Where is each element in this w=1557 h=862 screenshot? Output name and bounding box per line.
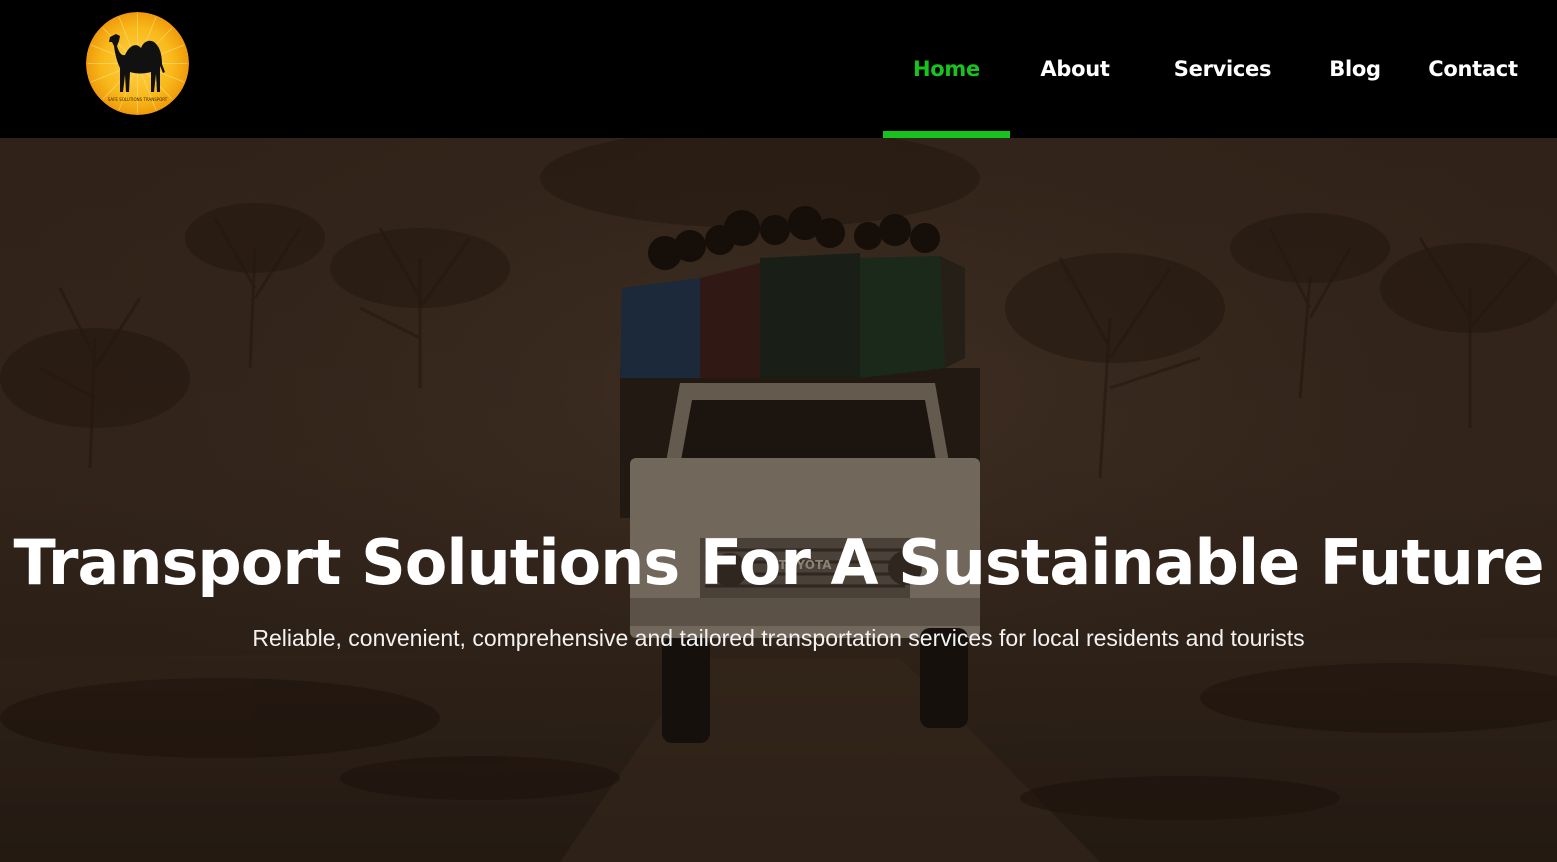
site-header: SAFE SOLUTIONS TRANSPORT Home About Serv… (0, 0, 1557, 138)
hero-subtitle: Reliable, convenient, comprehensive and … (252, 625, 1305, 651)
site-logo[interactable]: SAFE SOLUTIONS TRANSPORT (86, 12, 189, 115)
nav-about[interactable]: About (1010, 0, 1140, 138)
hero-section: TOYOTA Transport Solutions For A Sustain… (0, 138, 1557, 862)
camel-sun-logo-icon: SAFE SOLUTIONS TRANSPORT (86, 12, 189, 115)
nav-services[interactable]: Services (1140, 0, 1305, 138)
nav-home[interactable]: Home (883, 0, 1010, 138)
nav-contact[interactable]: Contact (1405, 0, 1557, 138)
nav-blog-label: Blog (1329, 57, 1381, 81)
nav-blog[interactable]: Blog (1305, 0, 1405, 138)
hero-title: Transport Solutions For A Sustainable Fu… (13, 525, 1544, 599)
nav-services-label: Services (1173, 57, 1272, 81)
nav-about-label: About (1040, 57, 1110, 81)
main-nav: Home About Services Blog Contact (883, 0, 1557, 138)
hero-background-image: TOYOTA (0, 138, 1557, 862)
logo-caption: SAFE SOLUTIONS TRANSPORT (108, 97, 168, 102)
nav-home-label: Home (913, 57, 980, 81)
nav-contact-label: Contact (1428, 57, 1518, 81)
page: SAFE SOLUTIONS TRANSPORT Home About Serv… (0, 0, 1557, 862)
